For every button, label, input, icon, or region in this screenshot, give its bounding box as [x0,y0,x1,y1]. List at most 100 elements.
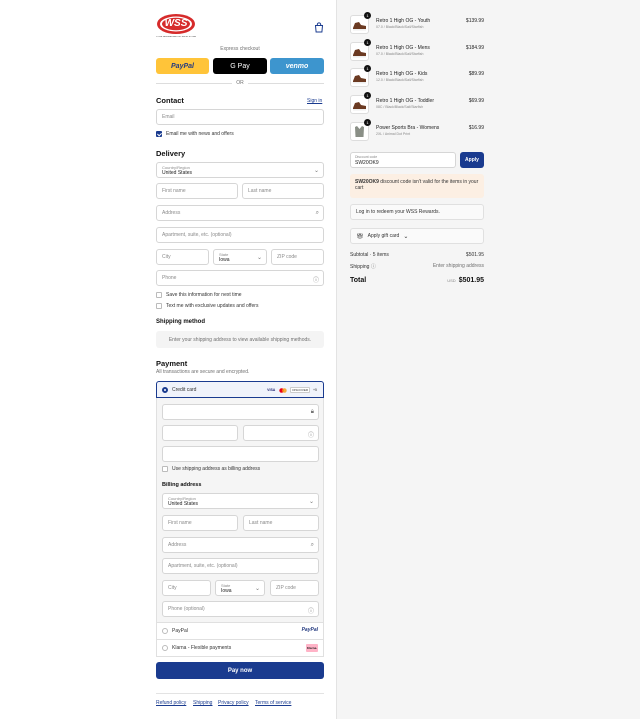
shopping-bag-icon[interactable] [314,20,324,33]
or-divider: OR [156,79,324,87]
klarna-option[interactable]: Klarna - Flexible payments Klarna. [156,640,324,657]
paypal-radio[interactable] [162,628,168,634]
credit-card-label: Credit card [172,387,197,393]
discount-code-field[interactable]: Discount code SW20OK9 [350,152,456,168]
gift-card-toggle[interactable]: 🎁︎ Apply gift card ⌄ [350,228,484,244]
privacy-policy-link[interactable]: Privacy policy [218,700,249,706]
discount-label: Discount code [355,155,378,159]
billing-address-field[interactable]: Address ⌕ [162,537,319,553]
chevron-down-icon: ⌄ [313,168,319,174]
apply-discount-button[interactable]: Apply [460,152,484,168]
total-value: $501.95 [458,277,484,284]
express-checkout-label: Express checkout [220,46,260,52]
wss-logo[interactable]: WSS YOUR NEIGHBORHOOD SHOE STORE [156,13,196,41]
billing-first-name-placeholder: First name [168,520,192,526]
phone-field[interactable]: Phone ⓘ [156,270,324,286]
discount-warning: SW20OK9 discount code isn't valid for th… [350,174,484,198]
paypal-option[interactable]: PayPal PayPal [156,623,324,640]
item-price: $16.99 [468,125,484,131]
billing-country-select[interactable]: Country/Region United States ⌄ [162,493,319,509]
gift-card-label: Apply gift card [367,233,400,239]
last-name-field[interactable]: Last name [242,183,324,199]
credit-card-radio[interactable] [162,387,168,393]
venmo-label: venmo [285,62,309,70]
paypal-express-button[interactable]: PayPal [156,58,209,74]
zip-field[interactable]: ZIP code [271,249,324,265]
logo-tagline: YOUR NEIGHBORHOOD SHOE STORE [156,36,196,38]
klarna-logo: Klarna. [306,644,318,652]
terms-of-service-link[interactable]: Terms of service [255,700,291,706]
item-name: Retro 1 High OG - Mens [376,45,430,51]
credit-card-option[interactable]: Credit card VISA DISCOVER +5 [156,381,324,398]
product-thumbnail: 1 [350,39,371,61]
cart-item: 1 Retro 1 High OG - Toddler 08C / Black/… [350,92,484,117]
item-price: $139.99 [465,18,484,24]
quantity-badge: 1 [364,119,371,126]
item-variant: 2XL / Animal Dot Print [376,132,411,136]
search-icon: ⌕ [315,210,319,216]
first-name-field[interactable]: First name [156,183,238,199]
klarna-radio[interactable] [162,645,168,651]
billing-state-select[interactable]: State Iowa ⌄ [215,580,265,596]
text-me-label: Text me with exclusive updates and offer… [166,303,259,309]
email-placeholder: Email [162,114,175,120]
more-cards-icon: +5 [313,388,317,392]
save-info-checkbox[interactable] [156,292,162,298]
refund-policy-link[interactable]: Refund policy [156,700,186,706]
footer-divider [156,693,324,694]
item-name: Retro 1 High OG - Youth [376,18,431,24]
billing-zip-field[interactable]: ZIP code [270,580,319,596]
phone-placeholder: Phone [162,275,177,281]
product-thumbnail: 1 [350,92,371,114]
checkout-form: WSS YOUR NEIGHBORHOOD SHOE STORE Express… [0,0,336,719]
venmo-express-button[interactable]: venmo [270,58,324,74]
help-icon[interactable]: ⓘ [313,275,319,284]
billing-first-name-field[interactable]: First name [162,515,238,531]
last-name-placeholder: Last name [248,188,272,194]
security-code-field[interactable]: ⓘ [243,425,319,441]
name-on-card-field[interactable] [162,446,319,462]
pay-now-button[interactable]: Pay now [156,662,324,679]
rewards-login[interactable]: Log in to redeem your WSS Rewards. [350,204,484,220]
first-name-placeholder: First name [162,188,186,194]
item-price: $89.99 [468,71,484,77]
text-me-checkbox[interactable] [156,303,162,309]
subtotal-value: $501.95 [465,252,484,258]
address-field[interactable]: Address ⌕ [156,205,324,221]
news-checkbox[interactable] [156,131,162,137]
card-number-field[interactable]: 🔒︎ [162,404,319,420]
shipping-row: Shipping ⓘ Enter shipping address [350,263,484,270]
apartment-field[interactable]: Apartment, suite, etc. (optional) [156,227,324,243]
gift-icon: 🎁︎ [356,233,364,240]
card-brands: VISA DISCOVER +5 [266,387,318,393]
billing-last-name-field[interactable]: Last name [243,515,319,531]
product-thumbnail: 1 [350,119,371,141]
gpay-express-button[interactable]: G Pay [213,58,267,74]
help-icon[interactable]: ⓘ [308,430,314,439]
item-variant: 12.0 / Black/Black/Sail/Starfish [376,78,424,82]
chevron-down-icon: ⌄ [403,233,409,240]
shipping-link[interactable]: Shipping [193,700,212,706]
apartment-placeholder: Apartment, suite, etc. (optional) [162,232,232,238]
billing-phone-field[interactable]: Phone (optional) ⓘ [162,601,319,617]
shipping-label: Shipping [350,264,370,270]
cart-item: 1 Power Sports Bra - Womens 2XL / Animal… [350,119,484,144]
contact-heading: Contact [156,96,184,105]
email-field[interactable]: Email [156,109,324,125]
country-select[interactable]: Country/Region United States ⌄ [156,162,324,178]
shipping-help-icon[interactable]: ⓘ [371,264,376,270]
state-select[interactable]: State Iowa ⌄ [213,249,267,265]
use-shipping-checkbox[interactable] [162,466,168,472]
quantity-badge: 1 [364,92,371,99]
total-amount: USD $501.95 [447,277,484,284]
help-icon[interactable]: ⓘ [308,606,314,615]
sign-in-link[interactable]: Sign in [307,98,322,104]
billing-apartment-field[interactable]: Apartment, suite, etc. (optional) [162,558,319,574]
billing-address-placeholder: Address [168,542,187,548]
billing-zip-placeholder: ZIP code [276,585,296,591]
expiry-field[interactable] [162,425,238,441]
city-field[interactable]: City [156,249,209,265]
shipping-methods-text: Enter your shipping address to view avai… [168,336,312,343]
billing-city-field[interactable]: City [162,580,211,596]
total-label: Total [350,277,367,284]
